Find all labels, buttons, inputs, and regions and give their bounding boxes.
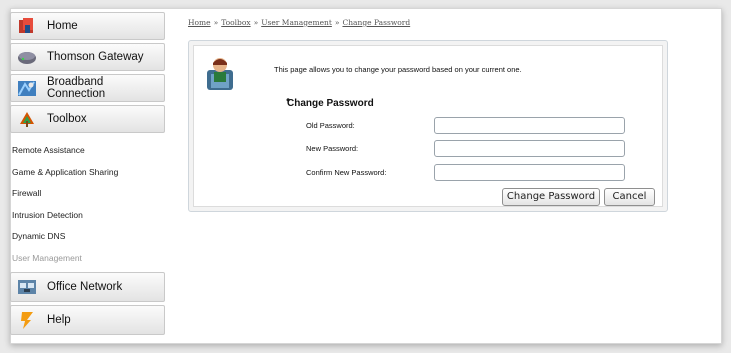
home-icon	[17, 16, 37, 36]
breadcrumb-separator: »	[253, 18, 259, 27]
sidebar-item-label: Help	[47, 314, 71, 326]
submenu-item-user-management[interactable]: User Management	[10, 248, 165, 270]
user-avatar-icon	[205, 56, 235, 90]
sidebar-item-home[interactable]: Home	[10, 12, 165, 40]
submenu-item-remote-assistance[interactable]: Remote Assistance	[10, 140, 165, 162]
broadband-icon	[17, 78, 37, 98]
breadcrumb-change-password[interactable]: Change Password	[342, 18, 410, 27]
sidebar-item-office-network[interactable]: Office Network	[10, 272, 165, 302]
office-network-icon	[17, 277, 37, 297]
submenu-item-firewall[interactable]: Firewall	[10, 183, 165, 205]
sidebar-item-help[interactable]: Help	[10, 305, 165, 335]
section-title: Change Password	[287, 98, 374, 109]
change-password-panel: This page allows you to change your pass…	[188, 40, 668, 212]
help-icon	[17, 310, 37, 330]
toolbox-icon	[17, 109, 37, 129]
breadcrumb: Home» Toolbox» User Management» Change Pass…	[188, 18, 410, 27]
breadcrumb-separator: »	[213, 18, 219, 27]
old-password-label: Old Password:	[306, 121, 355, 130]
new-password-field[interactable]	[434, 140, 625, 157]
sidebar-item-toolbox[interactable]: Toolbox	[10, 105, 165, 133]
submenu-item-game-app-sharing[interactable]: Game & Application Sharing	[10, 162, 165, 184]
confirm-password-field[interactable]	[434, 164, 625, 181]
intro-text: This page allows you to change your pass…	[274, 65, 522, 74]
panel-body: This page allows you to change your pass…	[193, 45, 663, 207]
sidebar-item-broadband[interactable]: Broadband Connection	[10, 74, 165, 102]
sidebar-item-label: Broadband Connection	[47, 76, 106, 100]
cancel-button[interactable]: Cancel	[604, 188, 655, 206]
new-password-label: New Password:	[306, 144, 359, 153]
submenu-item-intrusion-detection[interactable]: Intrusion Detection	[10, 205, 165, 227]
old-password-field[interactable]	[434, 117, 625, 134]
breadcrumb-home[interactable]: Home	[188, 18, 211, 27]
confirm-password-label: Confirm New Password:	[306, 168, 387, 177]
breadcrumb-toolbox[interactable]: Toolbox	[221, 18, 250, 27]
sidebar-item-label: Home	[47, 20, 78, 32]
sidebar: Home Thomson Gateway Broadband Connectio…	[10, 12, 165, 338]
breadcrumb-separator: »	[334, 18, 340, 27]
sidebar-item-thomson-gateway[interactable]: Thomson Gateway	[10, 43, 165, 71]
toolbox-submenu: Remote Assistance Game & Application Sha…	[10, 136, 165, 269]
sidebar-item-label: Office Network	[47, 281, 123, 293]
gateway-icon	[17, 47, 37, 67]
breadcrumb-user-management[interactable]: User Management	[261, 18, 332, 27]
submenu-item-dynamic-dns[interactable]: Dynamic DNS	[10, 226, 165, 248]
sidebar-item-label: Toolbox	[47, 113, 87, 125]
change-password-button[interactable]: Change Password	[502, 188, 600, 206]
sidebar-item-label: Thomson Gateway	[47, 51, 144, 63]
